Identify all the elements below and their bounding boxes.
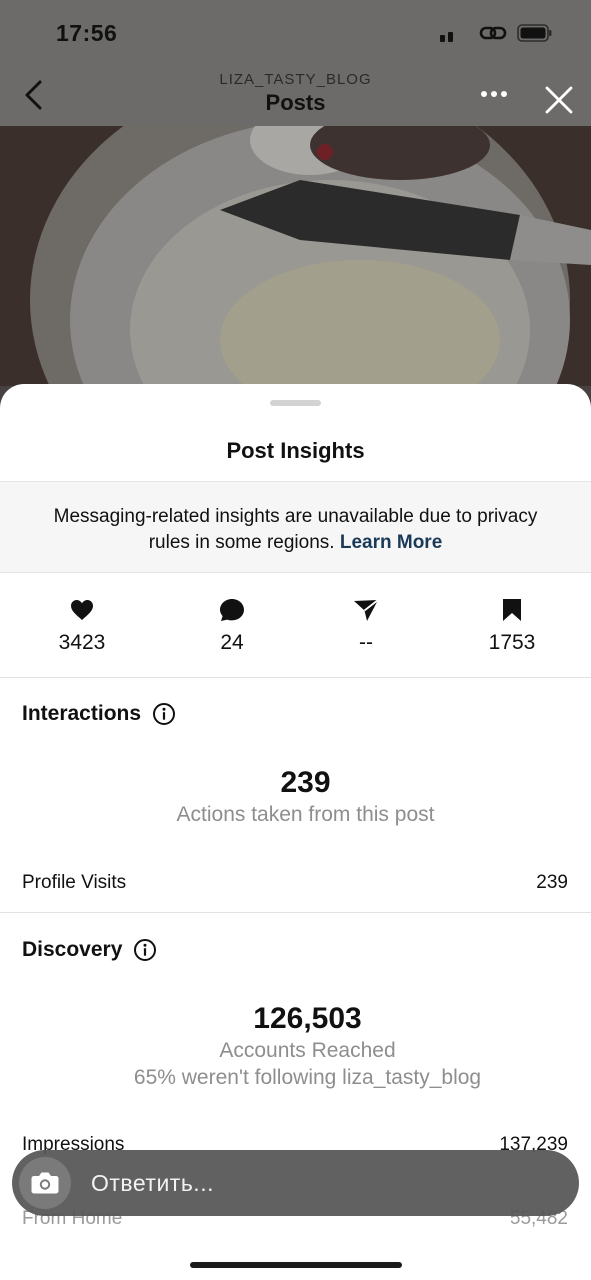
battery-icon [517,24,552,42]
status-time: 17:56 [56,20,118,46]
more-icon [481,91,507,97]
camera-icon [31,1172,59,1194]
close-icon [545,86,573,114]
header: LIZA_TASTY_BLOG Posts [0,66,591,126]
sheet-grabber[interactable] [270,400,321,406]
shares-metric: -- [306,594,426,655]
interactions-title: Interactions [22,702,142,725]
info-icon[interactable] [152,702,176,726]
learn-more-link[interactable]: Learn More [340,532,442,553]
post-insights-sheet: Post Insights Messaging-related insights… [0,384,591,1280]
saves-metric: 1753 [452,594,572,655]
heart-icon [71,600,93,620]
interactions-subtitle: Actions taken from this post [176,803,435,826]
home-indicator [190,1262,402,1268]
likes-metric: 3423 [22,594,142,655]
link-icon [479,26,507,40]
comments-count: 24 [220,631,244,654]
interactions-total: 239 [280,766,331,799]
comment-icon [220,599,244,621]
interactions-section-title: Interactions [22,702,176,726]
shares-count: -- [359,631,373,654]
info-icon[interactable] [133,938,157,962]
engagement-metrics: 3423 24 -- 1753 [0,574,591,678]
likes-count: 3423 [58,631,106,654]
discovery-section-title: Discovery [22,938,157,962]
comments-metric: 24 [172,594,292,655]
more-options-button[interactable] [477,84,511,104]
section-divider [0,912,591,913]
camera-button[interactable] [19,1157,71,1209]
share-icon [354,599,379,621]
privacy-notice: Messaging-related insights are unavailab… [0,481,591,573]
status-bar: 17:56 [0,0,591,66]
saves-count: 1753 [488,631,536,654]
close-button[interactable] [543,84,575,116]
profile-visits-label: Profile Visits [22,872,127,893]
non-followers-note: 65% weren't following liza_tasty_blog [133,1066,482,1089]
accounts-reached-total: 126,503 [253,1002,362,1035]
bookmark-icon [503,599,521,621]
reply-bar[interactable]: Ответить... [12,1150,579,1216]
cellular-signal-icon [440,24,469,42]
discovery-title: Discovery [22,938,123,961]
status-icons [440,23,553,43]
profile-visits-value: 239 [536,872,568,893]
privacy-notice-text: Messaging-related insights are unavailab… [53,506,538,553]
sheet-title: Post Insights [226,438,365,463]
reply-input[interactable]: Ответить... [91,1170,214,1197]
accounts-reached-label: Accounts Reached [219,1039,396,1062]
profile-visits-row: Profile Visits 239 [22,872,568,894]
